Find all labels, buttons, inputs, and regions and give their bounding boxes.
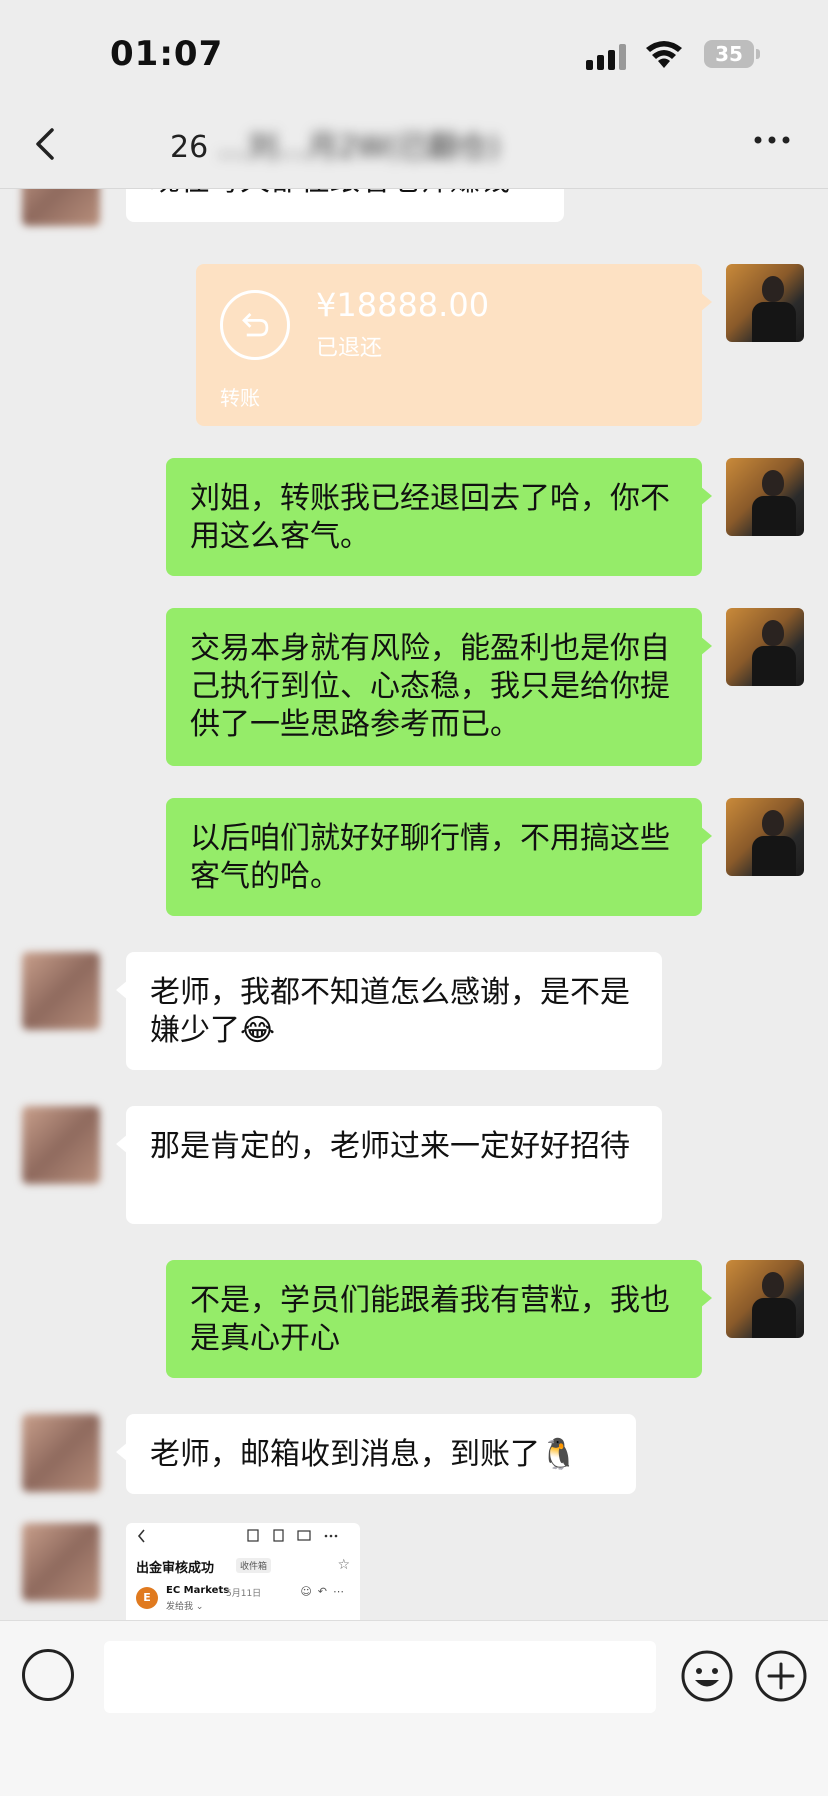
battery-icon: 35: [704, 40, 760, 68]
return-arrow-icon: [220, 290, 290, 360]
email-toolbar-icons: [137, 1529, 338, 1543]
avatar[interactable]: [726, 798, 804, 876]
image-message-email-screenshot[interactable]: 出金审核成功 收件箱 ☆ E EC Markets 5月11日 发给我 ⌄ ☺↶…: [126, 1523, 360, 1620]
message-bubble-outgoing[interactable]: 交易本身就有风险，能盈利也是你自己执行到位、心态稳，我只是给你提供了一些思路参考…: [166, 608, 712, 766]
chat-header: 26 …刘…月2W(已翻仓): [0, 100, 828, 189]
transfer-label: 转账: [220, 386, 260, 410]
transfer-status: 已退还: [316, 336, 383, 361]
message-input[interactable]: [104, 1641, 656, 1713]
chat-title-obscured: …刘…月2W(已翻仓): [217, 130, 500, 165]
chevron-left-icon[interactable]: [26, 124, 66, 164]
avatar[interactable]: [726, 1260, 804, 1338]
avatar[interactable]: [22, 952, 100, 1030]
message-bubble-incoming[interactable]: 那是肯定的，老师过来一定好好招待: [116, 1106, 662, 1224]
avatar[interactable]: [726, 608, 804, 686]
message-bubble-incoming[interactable]: 老师，邮箱收到消息，到账了🐧: [116, 1414, 636, 1494]
avatar[interactable]: [22, 1106, 100, 1184]
email-date: 5月11日: [226, 1589, 262, 1599]
status-bar: 01:07 35: [0, 0, 828, 100]
ellipsis-icon[interactable]: [752, 130, 792, 150]
chat-title: 26 …刘…月2W(已翻仓): [170, 122, 500, 166]
avatar[interactable]: [22, 1523, 100, 1601]
sender-logo: E: [136, 1587, 158, 1609]
avatar[interactable]: [726, 458, 804, 536]
emoji-icon[interactable]: [680, 1649, 734, 1703]
email-folder-tag: 收件箱: [236, 1558, 272, 1573]
chat-area[interactable]: 现在每天都在跟着老师赚钱 ¥18888.00 已退还 转账 刘姐，转账我已经退回…: [0, 188, 828, 1620]
plus-icon[interactable]: [754, 1649, 808, 1703]
email-subject: 出金审核成功: [136, 1561, 215, 1576]
voice-icon[interactable]: [22, 1649, 74, 1701]
avatar[interactable]: [726, 264, 804, 342]
message-bubble-incoming[interactable]: 老师，我都不知道怎么感谢，是不是嫌少了😂: [116, 952, 662, 1070]
transfer-amount: ¥18888.00: [316, 286, 490, 324]
star-icon: ☆: [337, 1557, 350, 1573]
input-bar: [0, 1620, 828, 1796]
email-actions-icon: ☺↶⋯: [300, 1585, 350, 1598]
email-recipient: 发给我 ⌄: [166, 1602, 204, 1612]
email-sender: EC Markets: [166, 1585, 230, 1596]
transfer-card[interactable]: ¥18888.00 已退还 转账: [196, 264, 712, 426]
chat-title-visible: 26: [170, 130, 209, 165]
message-bubble-outgoing[interactable]: 以后咱们就好好聊行情，不用搞这些客气的哈。: [166, 798, 712, 916]
message-bubble-outgoing[interactable]: 不是，学员们能跟着我有营粒，我也是真心开心: [166, 1260, 712, 1378]
message-bubble-outgoing[interactable]: 刘姐，转账我已经退回去了哈，你不用这么客气。: [166, 458, 712, 576]
avatar[interactable]: [22, 1414, 100, 1492]
message-bubble-incoming[interactable]: 现在每天都在跟着老师赚钱: [126, 188, 564, 222]
wifi-icon: [646, 41, 682, 68]
status-time: 01:07: [110, 34, 224, 74]
avatar[interactable]: [22, 188, 100, 226]
cellular-signal-icon: [586, 44, 630, 70]
